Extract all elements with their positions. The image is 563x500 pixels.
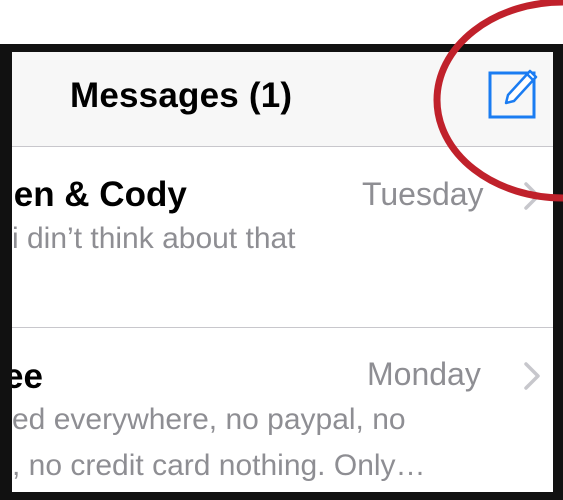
conversation-time: Tuesday <box>362 176 484 212</box>
conversation-sender: ien & Cody <box>12 175 187 214</box>
conversation-sender: ee <box>12 357 43 396</box>
compose-icon[interactable] <box>486 63 544 121</box>
conversation-row[interactable]: ien & Cody Tuesday i din’t think about t… <box>12 147 553 327</box>
conversation-preview-line: i din’t think about that <box>12 222 296 255</box>
conversation-preview-line: ed everywhere, no paypal, no <box>12 403 406 436</box>
conversation-preview-line: , no credit card nothing. Only… <box>12 449 426 482</box>
messages-screen: Messages (1) ien & Cody Tuesday i din’t … <box>12 52 553 492</box>
page-title: Messages (1) <box>70 76 293 115</box>
conversation-row[interactable]: ee Monday ed everywhere, no paypal, no ,… <box>12 328 553 492</box>
conversation-time: Monday <box>367 356 481 392</box>
chevron-right-icon <box>524 182 540 210</box>
chevron-right-icon <box>524 362 540 390</box>
navigation-bar: Messages (1) <box>12 52 553 147</box>
